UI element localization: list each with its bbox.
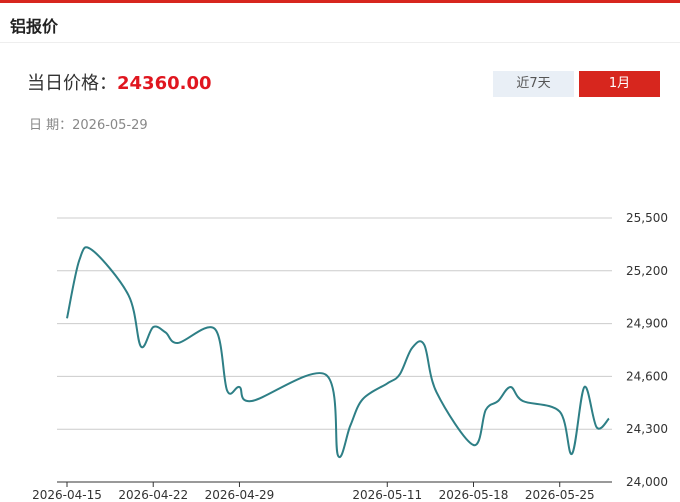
data-point [422,343,426,347]
data-point [250,399,254,403]
data-point [176,341,180,345]
y-tick-label: 24,600 [626,369,668,383]
data-point [164,330,168,334]
x-tick-label: 2026-04-22 [118,488,188,502]
y-tick-label: 24,900 [626,317,668,331]
data-point [90,248,94,252]
data-point [237,385,241,389]
x-tick-label: 2026-05-18 [439,488,509,502]
y-tick-label: 24,000 [626,475,668,489]
data-point [582,385,586,389]
data-point [570,452,574,456]
x-tick-label: 2026-04-15 [32,488,102,502]
data-point [410,346,414,350]
data-point [65,316,69,320]
data-point [595,425,599,429]
data-point [558,410,562,414]
y-tick-label: 25,500 [626,211,668,225]
data-point [336,454,340,458]
data-point [496,399,500,403]
data-point [213,327,217,331]
data-point [225,388,229,392]
data-point [348,424,352,428]
data-point [508,385,512,389]
data-point [324,373,328,377]
y-tick-label: 25,200 [626,264,668,278]
data-point [521,399,525,403]
data-point [127,293,131,297]
price-line-chart: 24,000 24,300 24,600 24,900 25,200 25,500 2026… [32,211,668,502]
x-tick-label: 2026-05-11 [352,488,422,502]
price-series-line [66,246,610,459]
x-tick-label: 2026-04-29 [205,488,275,502]
x-tick-label: 2026-05-25 [525,488,595,502]
data-point [139,344,143,348]
data-point [484,408,488,412]
data-point [77,258,81,262]
data-point [361,397,365,401]
data-point [435,390,439,394]
data-point [151,325,155,329]
data-point [385,381,389,385]
data-point [398,373,402,377]
data-point [607,417,611,421]
data-point [472,443,476,447]
y-tick-label: 24,300 [626,422,668,436]
